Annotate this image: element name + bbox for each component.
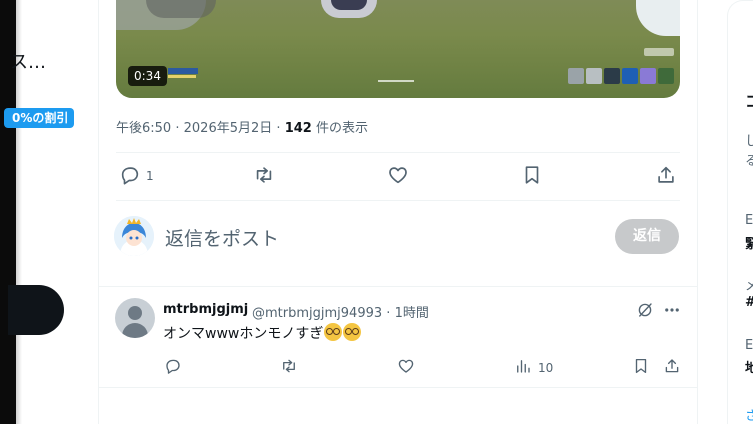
discount-badge[interactable]: 0%の割引 — [4, 108, 75, 128]
video-hud-line — [378, 80, 414, 82]
commenter-display-name[interactable]: mtrbmjgjmj — [163, 302, 248, 317]
reply-count: 1 — [146, 169, 154, 183]
share-action[interactable] — [655, 164, 677, 188]
video-hud-bar — [168, 68, 198, 74]
comment-text: オンマwwwホンモノすぎ — [163, 323, 362, 343]
video-player[interactable]: 0:34 — [116, 0, 680, 98]
more-icon[interactable] — [663, 301, 681, 323]
comment-body: オンマwwwホンモノすぎ — [163, 326, 324, 342]
video-character-dark — [331, 0, 367, 10]
avatar-illustration — [114, 216, 154, 256]
post-button[interactable] — [8, 285, 64, 335]
video-terrain-shadow — [146, 0, 216, 18]
tweet-meta: 午後6:50 · 2026年5月2日 · 142 件の表示 — [116, 117, 368, 136]
video-hud-slot — [586, 68, 602, 84]
grok-icon[interactable] — [636, 301, 654, 323]
comment-time[interactable]: 1時間 — [395, 306, 429, 321]
meta-separator: · — [386, 306, 391, 321]
video-hud-slot — [658, 68, 674, 84]
right-sidebar-line[interactable]: E — [745, 213, 753, 228]
divider — [116, 200, 680, 201]
video-hud-indicator — [644, 48, 674, 56]
right-sidebar-line[interactable]: 地 — [745, 357, 753, 376]
meta-separator: · — [276, 121, 281, 136]
comment-views-count: 10 — [538, 361, 554, 375]
views-label: 件の表示 — [315, 121, 368, 136]
bookmark-icon — [521, 164, 543, 189]
commenter-avatar[interactable] — [115, 298, 155, 338]
divider — [99, 387, 697, 388]
right-sidebar-link[interactable]: さ — [745, 405, 753, 424]
comment-heart-icon[interactable] — [397, 357, 415, 379]
reply-action[interactable]: 1 — [119, 164, 154, 188]
video-duration: 0:34 — [128, 66, 167, 86]
comment-share-icon[interactable] — [663, 357, 681, 379]
commenter-handle-line: @mtrbmjgjmj94993 · 1時間 — [252, 302, 429, 321]
video-hud-slot — [568, 68, 584, 84]
repost-action[interactable] — [253, 164, 275, 188]
reply-submit-button[interactable]: 返信 — [615, 219, 679, 254]
right-sidebar-line[interactable]: し — [745, 130, 753, 149]
heart-icon — [387, 164, 409, 189]
right-sidebar-line[interactable]: E — [745, 338, 753, 353]
current-user-avatar[interactable] — [114, 216, 154, 256]
reply-icon — [119, 164, 141, 189]
bookmark-action[interactable] — [521, 164, 543, 188]
views-chart-icon — [514, 357, 532, 379]
share-icon — [655, 164, 677, 189]
right-sidebar-line[interactable]: る — [745, 150, 753, 169]
like-action[interactable] — [387, 164, 409, 188]
right-sidebar-line[interactable]: 緊 — [745, 233, 753, 252]
divider — [99, 286, 697, 287]
reply-input[interactable]: 返信をポスト — [165, 224, 279, 251]
video-hud-slot — [640, 68, 656, 84]
avatar-head-shape — [128, 306, 142, 320]
comment-reply-icon[interactable] — [164, 357, 182, 379]
column-border-left — [98, 0, 99, 424]
video-hud-slot — [622, 68, 638, 84]
nerd-face-emoji-icon — [324, 323, 343, 341]
right-sidebar-line[interactable]: メ — [745, 275, 753, 294]
commenter-handle[interactable]: @mtrbmjgjmj94993 — [252, 306, 382, 321]
tweet-time[interactable]: 午後6:50 — [116, 121, 171, 136]
comment-bookmark-icon[interactable] — [632, 357, 650, 379]
right-sidebar-heading: コ — [745, 88, 753, 112]
video-hud-bar-secondary — [168, 75, 196, 78]
comment-repost-icon[interactable] — [280, 357, 298, 379]
column-border-right — [697, 0, 698, 424]
repost-icon — [253, 164, 275, 189]
right-sidebar-line[interactable]: # — [745, 295, 753, 310]
left-nav-truncated-text[interactable]: ス… — [10, 48, 46, 74]
tweet-date[interactable]: 2026年5月2日 — [184, 121, 273, 136]
nerd-face-emoji-icon — [343, 323, 362, 341]
video-hud-slot — [604, 68, 620, 84]
divider — [116, 152, 680, 153]
avatar-body-shape — [122, 323, 148, 338]
meta-separator: · — [175, 121, 180, 136]
comment-views[interactable]: 10 — [514, 357, 553, 379]
video-light-area — [636, 0, 680, 36]
views-count: 142 — [284, 121, 312, 136]
